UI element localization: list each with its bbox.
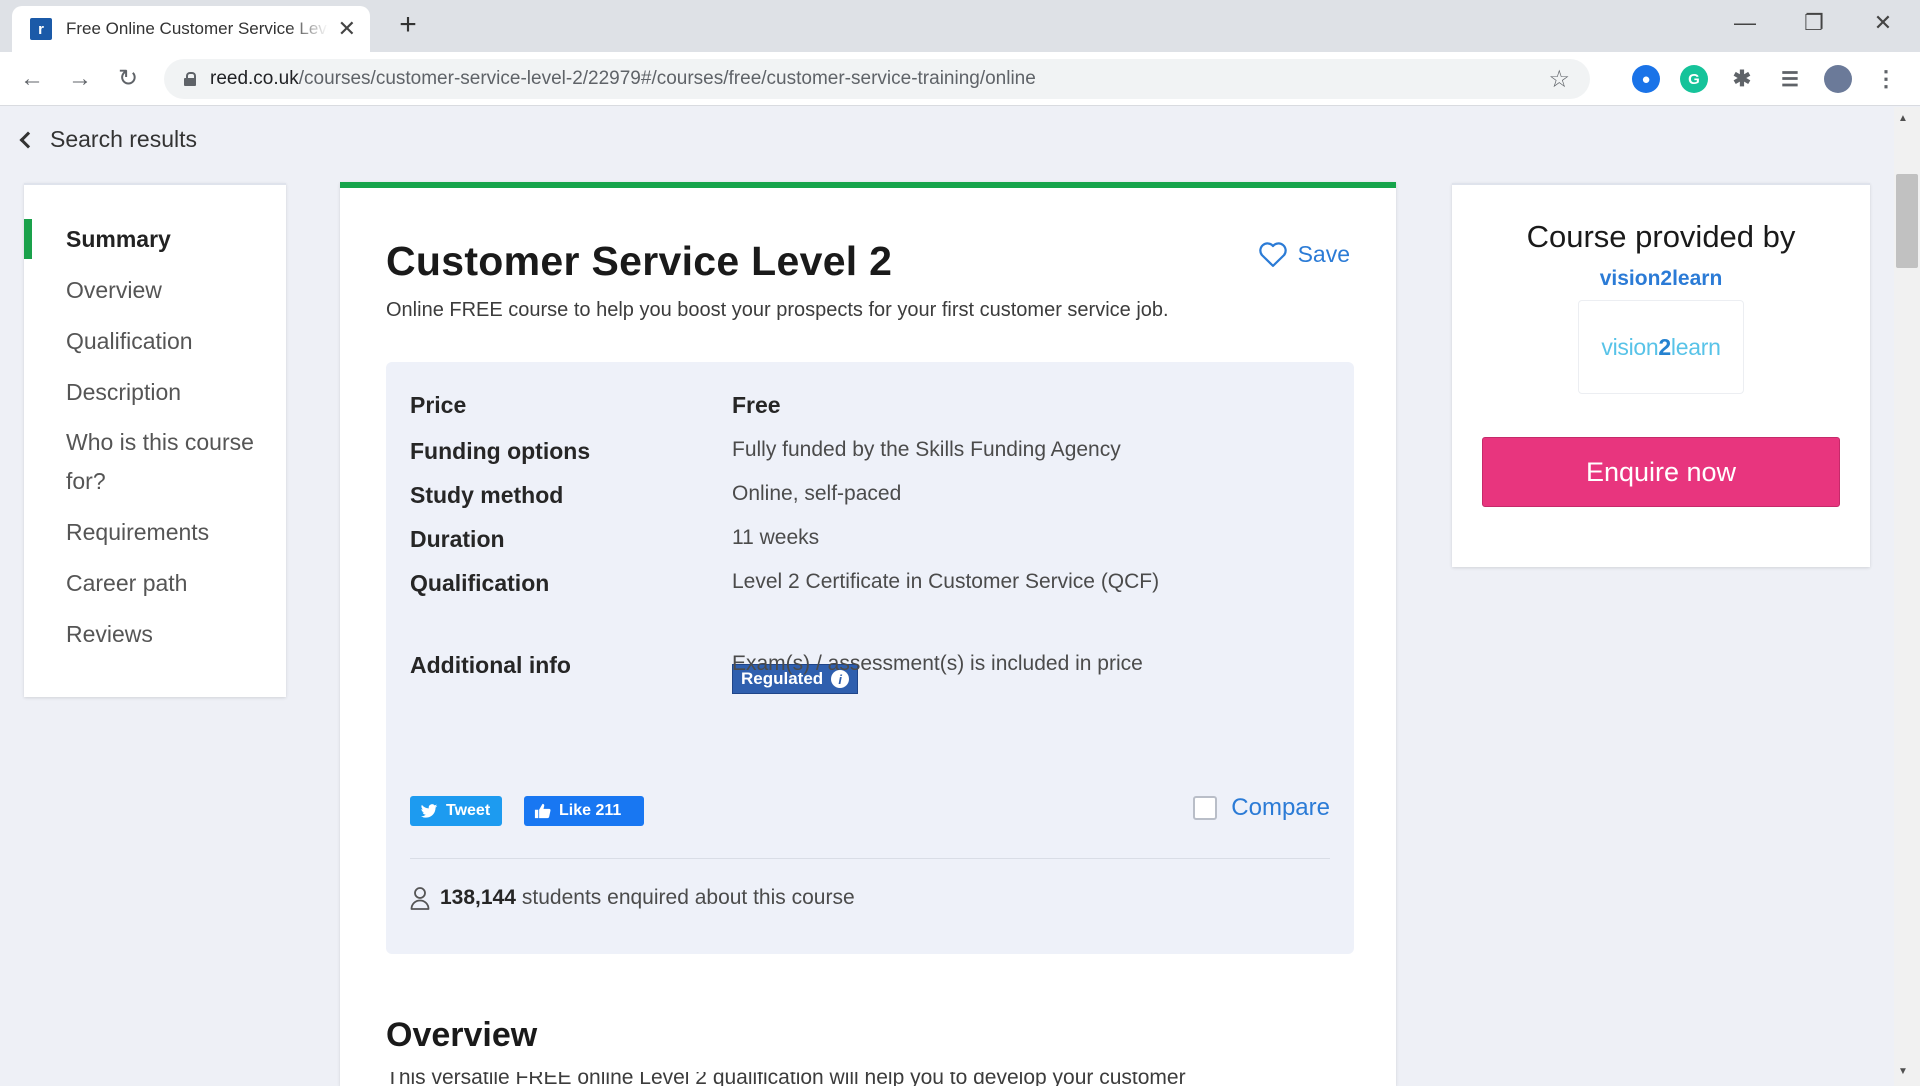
reed-favicon-icon: r: [30, 18, 52, 40]
browser-toolbar: ← → ↻ reed.co.uk/courses/customer-servic…: [0, 52, 1920, 106]
detail-row-study-method: Study method Online, self-paced: [410, 482, 901, 509]
twitter-bird-icon: [420, 803, 438, 818]
facebook-like-button[interactable]: Like 211: [524, 796, 644, 826]
sidenav-item-requirements[interactable]: Requirements: [24, 512, 286, 552]
sidenav-item-description[interactable]: Description: [24, 372, 286, 412]
save-course-button[interactable]: Save: [1258, 240, 1350, 268]
detail-value: Level 2 Certificate in Customer Service …: [732, 570, 1160, 593]
heart-icon: [1258, 242, 1287, 267]
divider: [410, 858, 1330, 859]
course-provider-card: Course provided by vision2learn vision2l…: [1452, 183, 1870, 567]
checkbox-box[interactable]: [1193, 796, 1218, 820]
detail-label: Additional info: [410, 652, 571, 678]
profile-avatar[interactable]: [1824, 65, 1852, 93]
back-arrow-icon[interactable]: ←: [16, 63, 48, 95]
detail-value: 11 weeks: [732, 526, 820, 549]
minimize-icon[interactable]: —: [1728, 10, 1762, 36]
scroll-down-icon[interactable]: ▼: [1898, 1066, 1908, 1077]
overview-heading: Overview: [386, 1016, 538, 1054]
enquired-text: students enquired about this course: [521, 886, 855, 909]
detail-row-funding: Funding options Fully funded by the Skil…: [410, 438, 1121, 465]
address-bar[interactable]: reed.co.uk/courses/customer-service-leve…: [164, 59, 1590, 99]
scroll-up-icon[interactable]: ▲: [1898, 113, 1908, 124]
scrollbar-thumb[interactable]: [1896, 174, 1918, 268]
detail-label: Duration: [410, 526, 505, 552]
grammarly-icon[interactable]: G: [1680, 65, 1708, 93]
extensions-puzzle-icon[interactable]: ✱: [1728, 65, 1756, 93]
course-title: Customer Service Level 2: [386, 238, 893, 284]
thumbs-up-icon: [534, 803, 551, 819]
overview-text: This versatile FREE online Level 2 quali…: [386, 1072, 1346, 1086]
url-text[interactable]: reed.co.uk/courses/customer-service-leve…: [210, 68, 1036, 90]
bookmark-star-icon[interactable]: ☆: [1548, 65, 1570, 94]
lock-icon[interactable]: [184, 72, 196, 86]
tweet-button[interactable]: Tweet: [410, 796, 502, 826]
overview-text-line: This versatile FREE online Level 2 quali…: [386, 1072, 1186, 1086]
sidenav-item-overview[interactable]: Overview: [24, 270, 286, 310]
compare-label: Compare: [1231, 794, 1330, 821]
reload-icon[interactable]: ↻: [112, 63, 144, 95]
course-main-card: Customer Service Level 2 Online FREE cou…: [340, 182, 1396, 1086]
like-label: Like 211: [559, 802, 622, 819]
detail-label: Funding options: [410, 438, 591, 464]
logo-text: vision2learn: [1601, 333, 1721, 360]
sidenav-item-summary[interactable]: Summary: [24, 219, 286, 259]
enquiry-count-line: 138,144 students enquired about this cou…: [410, 886, 855, 910]
back-to-search-results-link[interactable]: Search results: [19, 126, 198, 153]
enquired-count: 138,144: [440, 886, 516, 909]
sidenav-item-who-is-this-for[interactable]: Who is this course for?: [24, 423, 286, 501]
tab-title: Free Online Customer Service Level 2 Cou…: [66, 19, 328, 38]
detail-value: Fully funded by the Skills Funding Agenc…: [732, 438, 1121, 461]
detail-value: Exam(s) / assessment(s) is included in p…: [732, 652, 1143, 675]
sidenav-item-reviews[interactable]: Reviews: [24, 614, 286, 654]
detail-row-qualification: Qualification Level 2 Certificate in Cus…: [410, 570, 1159, 597]
detail-label: Study method: [410, 482, 564, 508]
browser-tab-bar: r Free Online Customer Service Level 2 C…: [0, 0, 1920, 52]
detail-value: Free: [732, 392, 781, 418]
sidenav-item-qualification[interactable]: Qualification: [24, 321, 286, 361]
sidenav-item-career-path[interactable]: Career path: [24, 563, 286, 603]
tab-close-icon[interactable]: ✕: [338, 18, 356, 40]
detail-label: Price: [410, 392, 467, 418]
close-window-icon[interactable]: ✕: [1866, 10, 1900, 36]
media-control-icon[interactable]: ☰: [1776, 65, 1804, 93]
detail-row-duration: Duration 11 weeks: [410, 526, 819, 553]
tweet-label: Tweet: [446, 802, 491, 819]
provider-logo[interactable]: vision2learn: [1578, 300, 1744, 394]
browser-tab[interactable]: r Free Online Customer Service Level 2 C…: [12, 6, 370, 52]
person-icon: [410, 887, 430, 910]
browser-menu-icon[interactable]: ⋮: [1872, 65, 1900, 93]
compare-checkbox[interactable]: Compare: [1193, 794, 1330, 822]
detail-row-price: Price Free: [410, 392, 781, 419]
new-tab-button[interactable]: +: [392, 10, 424, 42]
course-subtitle: Online FREE course to help you boost you…: [386, 299, 1169, 321]
enquire-now-button[interactable]: Enquire now: [1482, 437, 1840, 507]
restore-icon[interactable]: ❐: [1797, 10, 1831, 36]
course-section-nav: Summary Overview Qualification Descripti…: [24, 183, 286, 697]
chevron-left-icon: [19, 131, 37, 148]
course-details-box: Price Free Funding options Fully funded …: [386, 362, 1354, 954]
forward-arrow-icon[interactable]: →: [64, 63, 96, 95]
detail-value: Online, self-paced: [732, 482, 902, 505]
provider-heading: Course provided by: [1526, 219, 1796, 254]
detail-label: Qualification: [410, 570, 550, 596]
save-label: Save: [1297, 240, 1350, 267]
detail-row-additional-info: Additional info Exam(s) / assessment(s) …: [410, 652, 1143, 679]
password-manager-icon[interactable]: ●: [1632, 65, 1660, 93]
back-link-label: Search results: [50, 126, 198, 152]
provider-name-link[interactable]: vision2learn: [1452, 267, 1870, 291]
